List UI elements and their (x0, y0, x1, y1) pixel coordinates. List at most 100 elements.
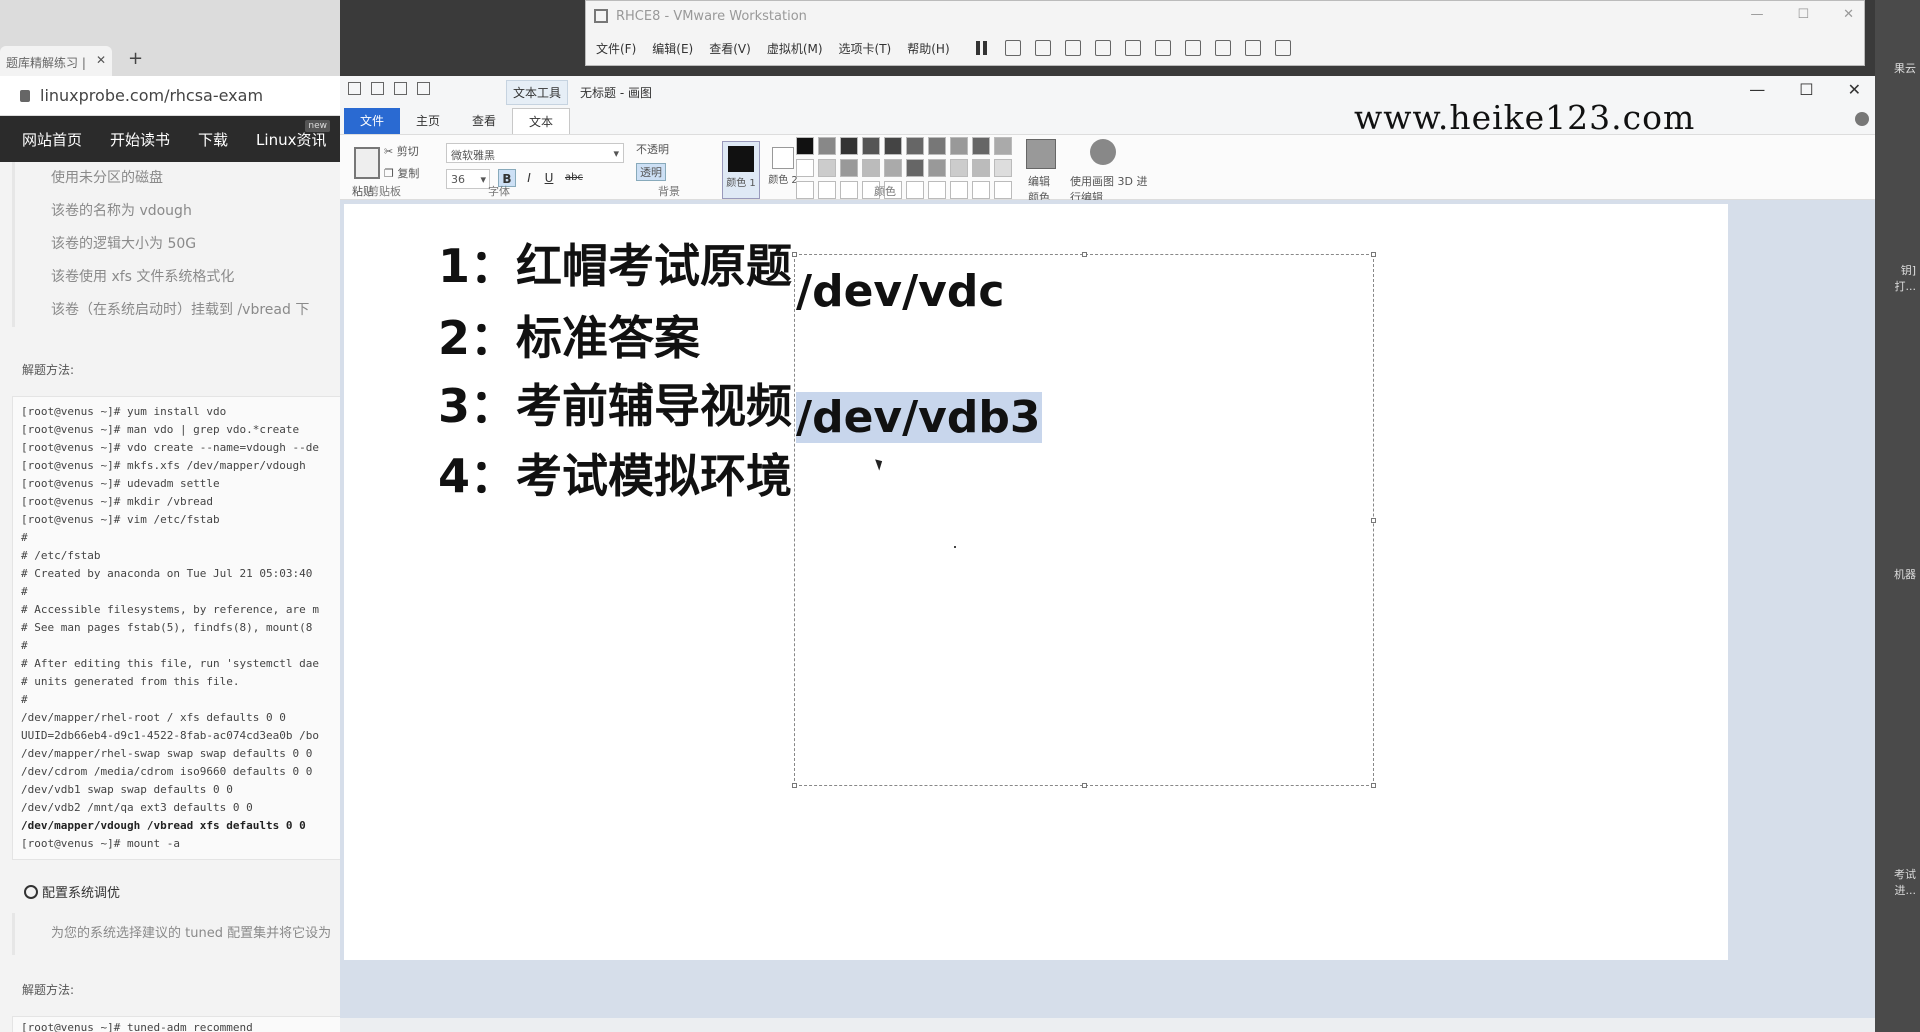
resize-handle[interactable] (1371, 252, 1376, 257)
palette-swatch[interactable] (818, 181, 836, 199)
palette-swatch[interactable] (972, 159, 990, 177)
color1-button[interactable]: 颜色 1 (722, 141, 760, 199)
undo-icon[interactable] (394, 82, 407, 95)
send-ctrl-alt-del-icon[interactable] (1004, 40, 1021, 56)
terminal-line: # Accessible filesystems, by reference, … (21, 603, 320, 616)
canvas-text-line: 3：考前辅导视频 (438, 379, 793, 433)
menu-help[interactable]: 帮助(H) (907, 40, 949, 57)
new-tab-icon[interactable]: + (128, 48, 143, 69)
nav-home-link[interactable]: 网站首页 (22, 129, 82, 150)
palette-swatch[interactable] (884, 159, 902, 177)
resize-handle[interactable] (1371, 518, 1376, 523)
sidebar-toggle-icon[interactable] (1124, 40, 1141, 56)
resize-handle[interactable] (792, 252, 797, 257)
drawing-canvas[interactable]: 1：红帽考试原题 2：标准答案 3：考前辅导视频 4：考试模拟环境 /dev/v… (344, 204, 1728, 960)
palette-swatch[interactable] (972, 181, 990, 199)
browser-tab[interactable]: 题库精解练习 | ✕ (0, 46, 112, 76)
paint3d-icon[interactable] (1090, 139, 1116, 165)
color2-button[interactable]: 颜色 2 (766, 141, 800, 199)
palette-swatch[interactable] (972, 137, 990, 155)
palette-swatch[interactable] (796, 137, 814, 155)
palette-swatch[interactable] (928, 181, 946, 199)
pause-icon[interactable] (975, 41, 987, 55)
palette-swatch[interactable] (928, 159, 946, 177)
menu-view[interactable]: 查看(V) (709, 40, 751, 57)
snapshot-icon[interactable] (1034, 40, 1051, 56)
close-icon[interactable]: ✕ (1843, 7, 1854, 22)
palette-swatch[interactable] (950, 159, 968, 177)
nav-download-link[interactable]: 下载 (198, 129, 228, 150)
palette-swatch[interactable] (818, 137, 836, 155)
terminal-line: [root@venus ~]# vim /etc/fstab (21, 513, 220, 526)
redo-icon[interactable] (417, 82, 430, 95)
console-icon[interactable] (1244, 40, 1261, 56)
list-item: 使用未分区的磁盘 (51, 170, 163, 186)
save-icon[interactable] (371, 82, 384, 95)
palette-swatch[interactable] (884, 137, 902, 155)
opaque-button[interactable]: 不透明 (636, 141, 669, 157)
cut-button[interactable]: ✂ 剪切 (384, 143, 419, 159)
nav-read-link[interactable]: 开始读书 (110, 129, 170, 150)
palette-swatch[interactable] (950, 181, 968, 199)
tab-home[interactable]: 主页 (400, 108, 456, 134)
canvas-text-line: 2：标准答案 (438, 311, 701, 365)
close-icon[interactable]: ✕ (1848, 80, 1861, 99)
palette-swatch[interactable] (862, 137, 880, 155)
menu-edit[interactable]: 编辑(E) (652, 40, 693, 57)
resize-handle[interactable] (792, 783, 797, 788)
tab-file[interactable]: 文件 (344, 108, 401, 134)
minimize-icon[interactable]: — (1750, 7, 1763, 22)
palette-swatch[interactable] (928, 137, 946, 155)
close-tab-icon[interactable]: ✕ (96, 53, 106, 67)
menu-tabs[interactable]: 选项卡(T) (839, 40, 892, 57)
resize-handle[interactable] (1371, 783, 1376, 788)
palette-swatch[interactable] (862, 159, 880, 177)
paste-icon[interactable] (354, 147, 380, 179)
palette-swatch[interactable] (906, 181, 924, 199)
palette-swatch[interactable] (840, 137, 858, 155)
palette-swatch[interactable] (840, 181, 858, 199)
terminal-line: /dev/cdrom /media/cdrom iso9660 defaults… (21, 765, 313, 778)
help-icon[interactable] (1855, 112, 1869, 126)
unity-icon[interactable] (1214, 40, 1231, 56)
edit-colors-icon[interactable] (1026, 139, 1056, 169)
palette-swatch[interactable] (950, 137, 968, 155)
maximize-icon[interactable]: ☐ (1797, 7, 1809, 22)
terminal-line: [root@venus ~]# vdo create --name=vdough… (21, 441, 320, 454)
palette-swatch[interactable] (906, 137, 924, 155)
stretch-view-icon[interactable] (1274, 40, 1291, 56)
vmware-titlebar: RHCE8 - VMware Workstation (586, 1, 1864, 31)
address-bar[interactable]: linuxprobe.com/rhcsa-exam (0, 76, 340, 116)
underline-button[interactable]: U (540, 169, 558, 187)
italic-button[interactable]: I (520, 169, 538, 187)
palette-swatch[interactable] (994, 181, 1012, 199)
palette-swatch[interactable] (994, 159, 1012, 177)
tab-view[interactable]: 查看 (456, 108, 512, 134)
palette-swatch[interactable] (994, 137, 1012, 155)
thumbnail-bar-icon[interactable] (1154, 40, 1171, 56)
font-size-select[interactable]: 36 ▾ (446, 169, 490, 189)
text-input-box[interactable] (792, 252, 1376, 788)
menu-file[interactable]: 文件(F) (596, 40, 636, 57)
snapshot-manager-icon[interactable] (1094, 40, 1111, 56)
palette-swatch[interactable] (796, 159, 814, 177)
minimize-icon[interactable]: — (1749, 80, 1765, 99)
palette-swatch[interactable] (906, 159, 924, 177)
font-family-select[interactable]: 微软雅黑 ▾ (446, 143, 624, 163)
resize-handle[interactable] (1082, 783, 1087, 788)
maximize-icon[interactable]: ☐ (1799, 80, 1813, 99)
full-screen-icon[interactable] (1184, 40, 1201, 56)
palette-swatch[interactable] (796, 181, 814, 199)
palette-swatch[interactable] (840, 159, 858, 177)
restore-snapshot-icon[interactable] (1064, 40, 1081, 56)
browser-window: 题库精解练习 | ✕ + linuxprobe.com/rhcsa-exam 网… (0, 0, 342, 1032)
strikethrough-button[interactable]: abc (562, 169, 586, 187)
menu-vm[interactable]: 虚拟机(M) (767, 40, 823, 57)
resize-handle[interactable] (1082, 252, 1087, 257)
terminal-line: # (21, 639, 28, 652)
palette-swatch[interactable] (818, 159, 836, 177)
font-family-value: 微软雅黑 (451, 149, 495, 162)
copy-button[interactable]: ❐ 复制 (384, 165, 419, 181)
tab-text[interactable]: 文本 (512, 108, 571, 134)
transparent-button[interactable]: 透明 (636, 163, 666, 181)
